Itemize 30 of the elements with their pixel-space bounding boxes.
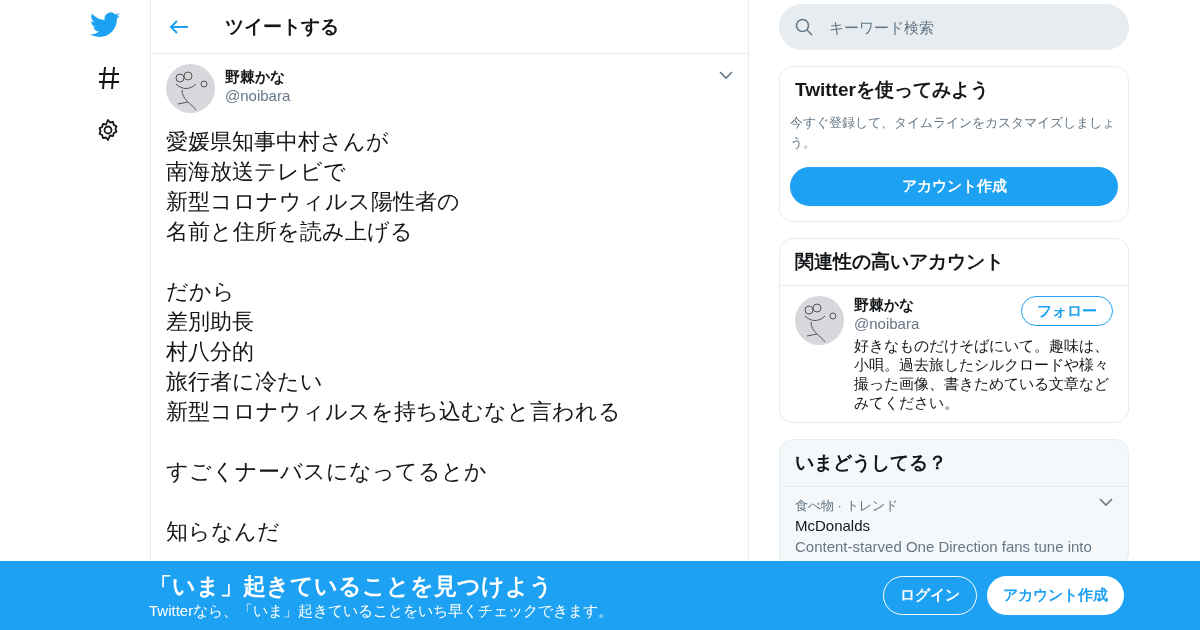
tweet-text: 知らなんだ [166,518,281,546]
search-icon [795,18,813,36]
follow-button[interactable]: フォロー [1021,296,1113,326]
card-text: 今すぐ登録して、タイムラインをカスタマイズしましょう。 [789,114,1116,152]
user-handle: @noibara [225,87,292,104]
bird-icon[interactable] [90,12,120,38]
user-name: 野棘かな [854,296,915,315]
trend-category: 食べ物 · トレンド [795,497,899,515]
user-name: 野棘かな [225,68,286,87]
card-title: いまどうしてる？ [794,451,948,475]
banner-title: 「いま」起きていることを見つけよう [149,571,554,601]
hashtag-icon[interactable] [98,66,120,90]
tweet-text: すごくナーバスになってるとか [166,458,488,486]
back-arrow-icon[interactable] [169,18,189,35]
page-title: ツイートする [225,14,339,39]
tweet-text: 愛媛県知事中村さんが 南海放送テレビで 新型コロナウィルス陽性者の 名前と住所を読み上げる [166,128,461,246]
sign-up-button[interactable]: アカウント作成 [790,167,1118,206]
card-title: Twitterを使ってみよう [794,78,990,102]
user-bio: 好きなものだけそばにいて。趣味は、小唄。過去旅したシルクロードや様々撮った画像、書きためている文章などみてください。 [854,336,1110,412]
user-handle: @noibara [854,315,921,332]
chevron-down-icon[interactable] [719,70,733,80]
chevron-down-icon[interactable] [1099,497,1113,507]
trend-description: Content-starved One Direction fans tune into [795,537,1093,557]
settings-icon[interactable] [96,118,120,142]
tweet-text: だから 差別助長 村八分的 旅行者に冷たい 新型コロナウィルスを持ち込むなと言われる [166,278,622,426]
trend-name[interactable]: McDonalds [795,517,1099,534]
card-title: 関連性の高いアカウント [794,250,1005,274]
banner-text: Twitterなら、「いま」起きていることをいち早くチェックできます。 [149,601,615,621]
search-field[interactable]: キーワード検索 [779,4,1129,50]
sign-up-button[interactable]: アカウント作成 [987,576,1124,615]
